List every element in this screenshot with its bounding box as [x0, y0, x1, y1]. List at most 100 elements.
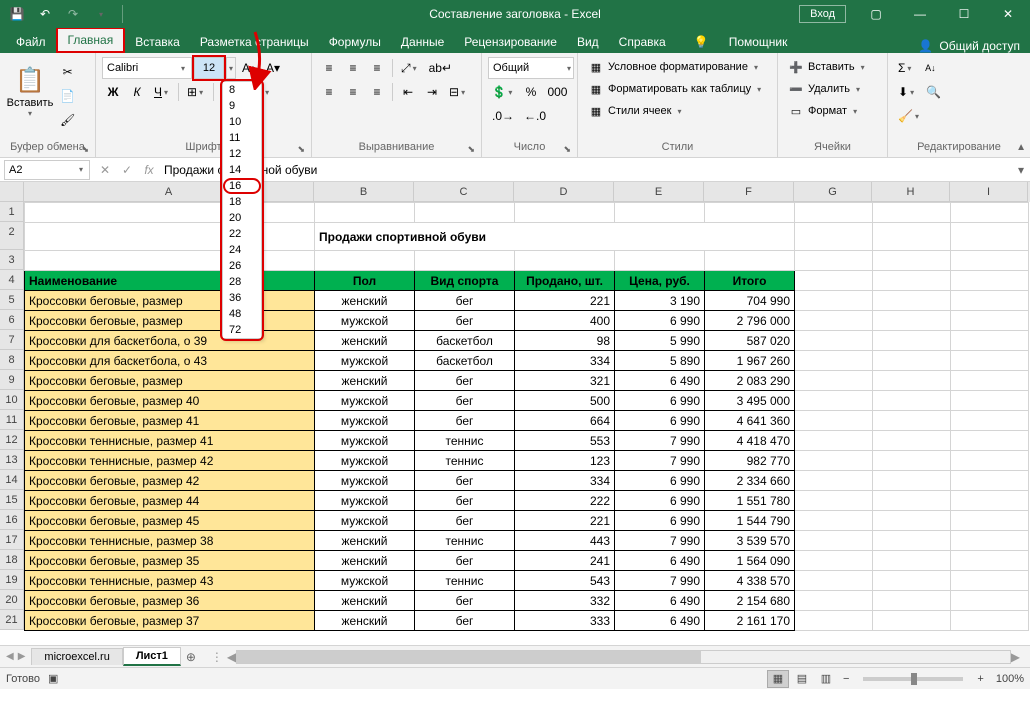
- cell[interactable]: [951, 203, 1029, 223]
- cell[interactable]: 6 990: [615, 311, 705, 331]
- save-icon[interactable]: 💾: [6, 3, 28, 25]
- cell[interactable]: бег: [415, 591, 515, 611]
- share-button[interactable]: Общий доступ: [939, 39, 1020, 53]
- align-center-icon[interactable]: ≡: [342, 81, 364, 103]
- cell[interactable]: 2 796 000: [705, 311, 795, 331]
- cell[interactable]: мужской: [315, 491, 415, 511]
- column-header[interactable]: H: [872, 182, 950, 202]
- cell[interactable]: [795, 471, 873, 491]
- cell[interactable]: [873, 511, 951, 531]
- cell[interactable]: [795, 351, 873, 371]
- cell[interactable]: 982 770: [705, 451, 795, 471]
- cell[interactable]: 2 161 170: [705, 611, 795, 631]
- row-header[interactable]: 7: [0, 330, 24, 350]
- cell[interactable]: мужской: [315, 311, 415, 331]
- zoom-in-icon[interactable]: +: [973, 673, 987, 685]
- cell[interactable]: Кроссовки беговые, размер 41: [25, 411, 315, 431]
- cell[interactable]: 6 990: [615, 491, 705, 511]
- cell[interactable]: [795, 271, 873, 291]
- cell[interactable]: [951, 591, 1029, 611]
- cell[interactable]: [951, 371, 1029, 391]
- cell[interactable]: [795, 511, 873, 531]
- delete-cells-button[interactable]: ➖Удалить▾: [784, 79, 881, 99]
- cell[interactable]: женский: [315, 551, 415, 571]
- sheet-nav-prev-icon[interactable]: ◀: [6, 651, 14, 662]
- tab-home[interactable]: Главная: [56, 27, 126, 53]
- font-size-option[interactable]: 26: [223, 258, 261, 274]
- font-size-option[interactable]: 36: [223, 290, 261, 306]
- redo-icon[interactable]: ↷: [62, 3, 84, 25]
- cell[interactable]: 334: [515, 471, 615, 491]
- font-size-option[interactable]: 8: [223, 82, 261, 98]
- cell[interactable]: [951, 351, 1029, 371]
- cell[interactable]: [951, 271, 1029, 291]
- row-header[interactable]: 1: [0, 202, 24, 222]
- cell[interactable]: бег: [415, 291, 515, 311]
- cell[interactable]: [25, 203, 315, 223]
- cell[interactable]: [795, 611, 873, 631]
- cell[interactable]: мужской: [315, 391, 415, 411]
- currency-icon[interactable]: 💲▾: [488, 81, 518, 103]
- cell[interactable]: мужской: [315, 431, 415, 451]
- page-layout-view-icon[interactable]: ▤: [791, 670, 813, 688]
- decrease-indent-icon[interactable]: ⇤: [397, 81, 419, 103]
- cell[interactable]: [795, 391, 873, 411]
- cell[interactable]: бег: [415, 311, 515, 331]
- cell[interactable]: [951, 451, 1029, 471]
- cell[interactable]: женский: [315, 591, 415, 611]
- cell[interactable]: [795, 571, 873, 591]
- cell[interactable]: [873, 571, 951, 591]
- cell[interactable]: 587 020: [705, 331, 795, 351]
- cell[interactable]: [873, 391, 951, 411]
- column-header[interactable]: E: [614, 182, 704, 202]
- font-size-option[interactable]: 28: [223, 274, 261, 290]
- scroll-left-icon[interactable]: ◀: [227, 650, 236, 664]
- font-size-option[interactable]: 12: [223, 146, 261, 162]
- cell[interactable]: 98: [515, 331, 615, 351]
- font-size-option[interactable]: 14: [223, 162, 261, 178]
- cell[interactable]: [951, 411, 1029, 431]
- cell[interactable]: баскетбол: [415, 331, 515, 351]
- cell[interactable]: [795, 371, 873, 391]
- cell[interactable]: 6 490: [615, 551, 705, 571]
- cell[interactable]: [951, 291, 1029, 311]
- cell[interactable]: женский: [315, 291, 415, 311]
- cell[interactable]: 7 990: [615, 451, 705, 471]
- cell[interactable]: [415, 203, 515, 223]
- cell[interactable]: [873, 411, 951, 431]
- cell[interactable]: 1 967 260: [705, 351, 795, 371]
- insert-cells-button[interactable]: ➕Вставить▾: [784, 57, 881, 77]
- cell[interactable]: [951, 431, 1029, 451]
- italic-button[interactable]: К: [126, 81, 148, 103]
- cancel-icon[interactable]: ✕: [94, 159, 116, 181]
- conditional-formatting-button[interactable]: ▦Условное форматирование▾: [584, 57, 771, 77]
- cell[interactable]: 7 990: [615, 571, 705, 591]
- column-header[interactable]: C: [414, 182, 514, 202]
- font-size-option[interactable]: 9: [223, 98, 261, 114]
- cell[interactable]: [795, 591, 873, 611]
- cell[interactable]: [705, 203, 795, 223]
- row-header[interactable]: 15: [0, 490, 24, 510]
- cell[interactable]: [795, 531, 873, 551]
- row-header[interactable]: 4: [0, 270, 24, 290]
- copy-icon[interactable]: 📄: [56, 85, 79, 107]
- cell[interactable]: [515, 251, 615, 271]
- row-header[interactable]: 20: [0, 590, 24, 610]
- cell[interactable]: бег: [415, 411, 515, 431]
- cell[interactable]: 221: [515, 511, 615, 531]
- cell[interactable]: 704 990: [705, 291, 795, 311]
- cell[interactable]: 7 990: [615, 431, 705, 451]
- sheet-tab[interactable]: Лист1: [123, 647, 181, 666]
- font-size-option[interactable]: 22: [223, 226, 261, 242]
- column-header[interactable]: I: [950, 182, 1028, 202]
- zoom-slider[interactable]: [863, 677, 963, 681]
- cell[interactable]: Кроссовки беговые, размер 37: [25, 611, 315, 631]
- close-icon[interactable]: ✕: [986, 0, 1030, 28]
- cell[interactable]: мужской: [315, 571, 415, 591]
- cell[interactable]: Кроссовки теннисные, размер 38: [25, 531, 315, 551]
- cell[interactable]: 2 083 290: [705, 371, 795, 391]
- cell[interactable]: 222: [515, 491, 615, 511]
- cell-styles-button[interactable]: ▦Стили ячеек▾: [584, 101, 771, 121]
- horizontal-scrollbar[interactable]: [236, 650, 1011, 664]
- cell[interactable]: женский: [315, 331, 415, 351]
